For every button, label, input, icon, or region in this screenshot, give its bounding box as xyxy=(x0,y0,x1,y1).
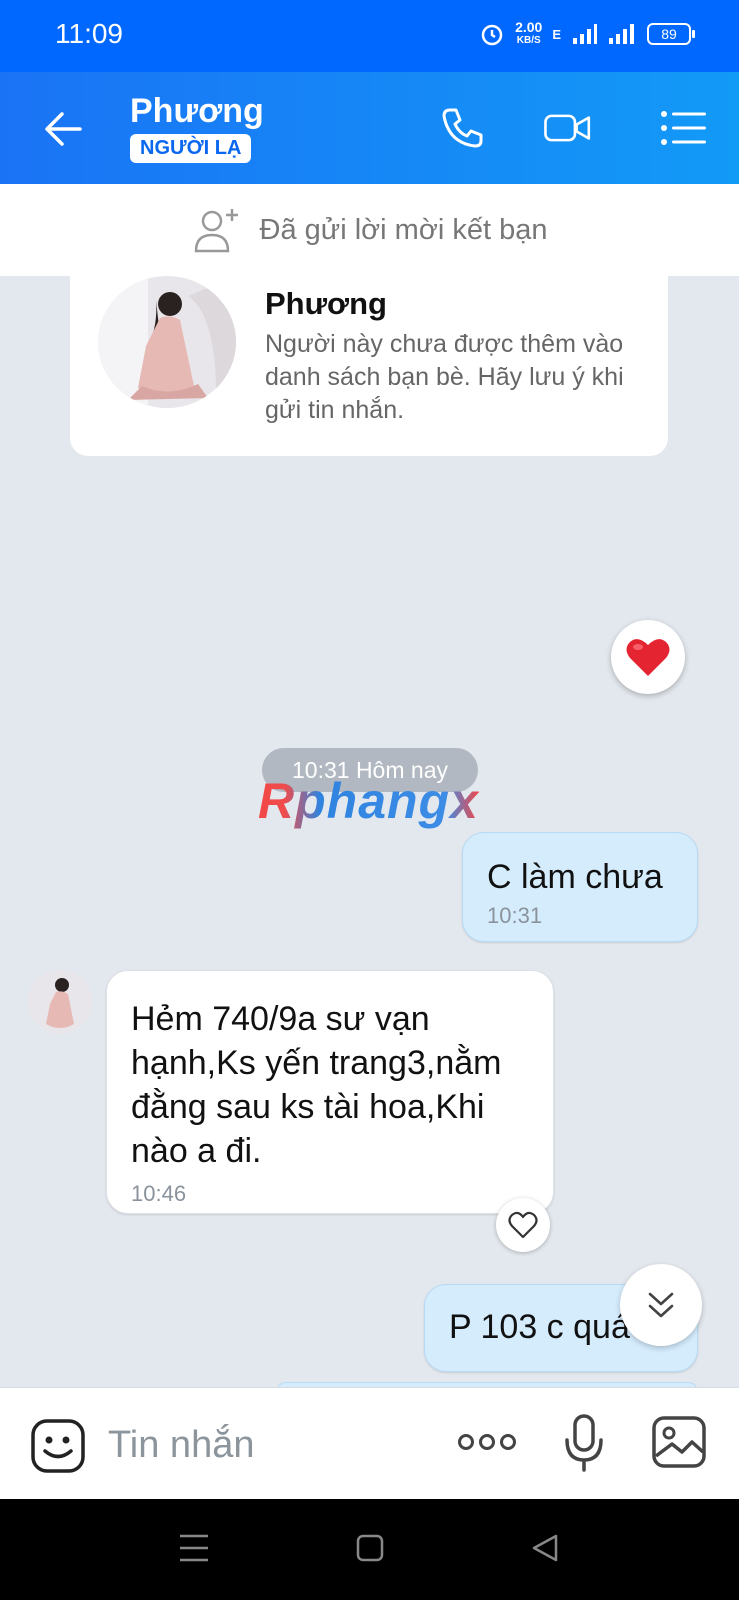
signal-icon-2 xyxy=(609,24,634,44)
message-text: C làm chưa xyxy=(487,858,663,896)
message-input[interactable] xyxy=(106,1416,430,1474)
profile-name: Phương xyxy=(265,286,387,321)
heart-outline-icon xyxy=(508,1211,538,1239)
status-bar: 11:09 2.00 KB/S E 89 xyxy=(0,0,739,72)
chat-header: Phương NGƯỜI LẠ xyxy=(0,72,739,184)
back-nav-icon[interactable] xyxy=(530,1533,560,1563)
profile-avatar[interactable] xyxy=(98,276,236,408)
network-type: E xyxy=(552,26,561,42)
net-speed: 2.00 KB/S xyxy=(515,20,542,48)
red-heart-icon xyxy=(626,639,670,676)
message-time: 10:46 xyxy=(131,1181,187,1206)
heart-reaction[interactable] xyxy=(611,620,685,694)
image-gallery-icon[interactable] xyxy=(650,1414,708,1470)
recent-apps-icon[interactable] xyxy=(178,1533,210,1563)
more-options-icon[interactable] xyxy=(456,1430,518,1454)
message-text: Hẻm 740/9a sư vạn hạnh,Ks yến trang3,nằm… xyxy=(131,1000,502,1170)
scroll-to-bottom-button[interactable] xyxy=(620,1264,702,1346)
message-composer xyxy=(0,1387,739,1500)
signal-icon xyxy=(573,24,597,44)
stranger-badge: NGƯỜI LẠ xyxy=(130,134,252,163)
status-time: 11:09 xyxy=(55,18,123,49)
sticker-smiley-icon[interactable] xyxy=(30,1418,86,1474)
phone-call-icon[interactable] xyxy=(436,102,488,154)
message-outgoing[interactable]: C làm chưa 10:31 xyxy=(462,832,698,942)
video-call-icon[interactable] xyxy=(542,102,594,154)
status-indicators: 2.00 KB/S E 89 xyxy=(479,20,695,48)
profile-card: Phương Người này chưa được thêm vào danh… xyxy=(70,276,668,456)
watermark: Rphangx xyxy=(258,773,479,829)
double-chevron-down-icon xyxy=(648,1292,674,1318)
home-icon[interactable] xyxy=(355,1533,385,1563)
net-speed-unit: KB/S xyxy=(516,35,541,46)
friend-request-text: Đã gửi lời mời kết bạn xyxy=(259,213,548,246)
react-button[interactable] xyxy=(496,1198,550,1252)
system-nav-bar xyxy=(0,1499,739,1600)
message-incoming[interactable]: Hẻm 740/9a sư vạn hạnh,Ks yến trang3,nằm… xyxy=(106,970,554,1214)
battery-icon: 89 xyxy=(647,23,695,45)
contact-name[interactable]: Phương xyxy=(130,92,264,131)
sender-avatar[interactable] xyxy=(28,970,92,1034)
message-time: 10:31 xyxy=(487,903,543,928)
back-arrow-icon[interactable] xyxy=(40,106,86,152)
menu-list-icon[interactable] xyxy=(658,102,710,154)
profile-note: Người này chưa được thêm vào danh sách b… xyxy=(265,330,624,424)
add-friend-icon xyxy=(194,209,238,253)
friend-request-bar[interactable]: Đã gửi lời mời kết bạn xyxy=(0,184,739,276)
battery-level: 89 xyxy=(661,26,677,42)
alarm-icon xyxy=(481,24,503,46)
net-speed-value: 2.00 xyxy=(515,19,543,35)
microphone-icon[interactable] xyxy=(562,1412,606,1474)
